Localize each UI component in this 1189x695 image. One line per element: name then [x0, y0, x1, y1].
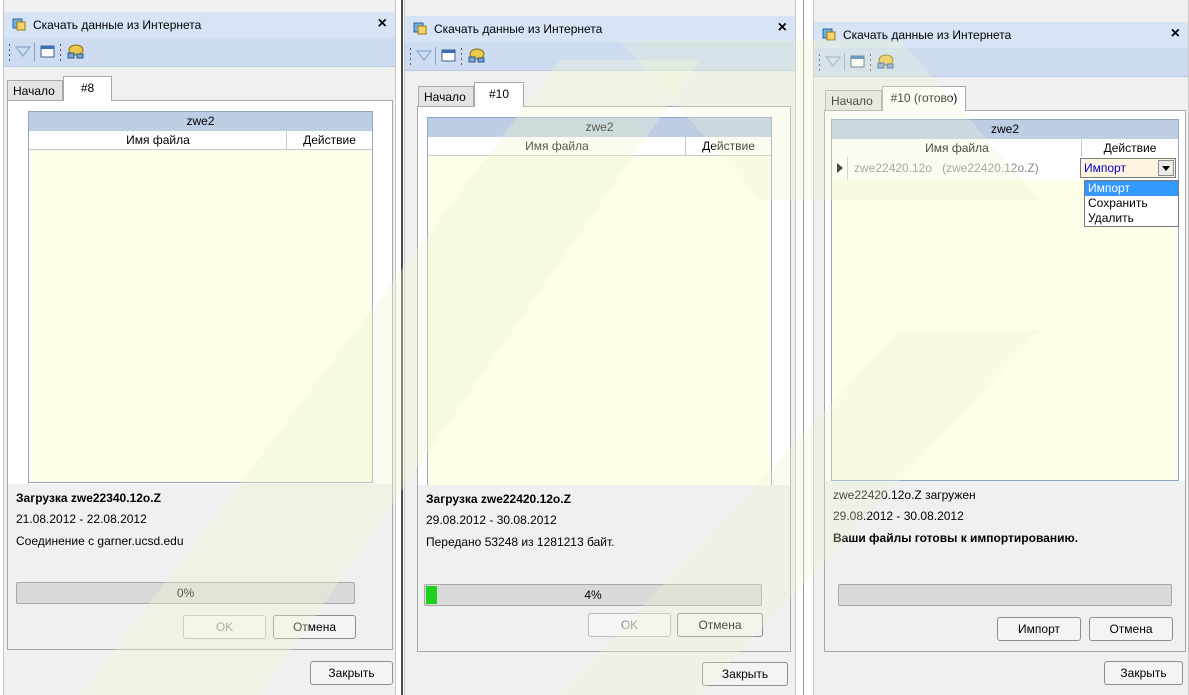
close-icon[interactable]: × [378, 15, 387, 33]
download-app-icon [413, 22, 427, 35]
toolbar-grip [460, 42, 463, 70]
tab-download[interactable]: #10 [474, 82, 524, 107]
column-filename[interactable]: Имя файла [428, 137, 686, 155]
status-area: Загрузка zwe22420.12o.Z 29.08.2012 - 30.… [418, 485, 790, 575]
tab-panel: zwe2 Имя файла Действие Загрузка zwe2234… [7, 100, 393, 650]
column-action[interactable]: Действие [685, 137, 771, 155]
toolbar-separator [34, 38, 36, 66]
title-bar: Скачать данные из Интернета × [814, 22, 1188, 48]
download-app-icon [822, 28, 836, 41]
row-pointer-icon [832, 157, 848, 180]
column-headers: Имя файла Действие [428, 137, 771, 156]
status-line-3: Ваши файлы готовы к импортированию. [833, 531, 1079, 545]
toolbar-grip [59, 38, 62, 66]
window-icon[interactable] [849, 48, 867, 76]
group-header: zwe2 [832, 120, 1178, 139]
status-area: zwe22420.12o.Z загружен 29.08.2012 - 30.… [825, 481, 1185, 571]
window-separator [401, 0, 403, 695]
action-select-value: Импорт [1084, 161, 1126, 175]
table-row[interactable]: zwe22420.12o (zwe22420.12o.Z) Импорт [832, 157, 1178, 180]
column-headers: Имя файла Действие [832, 139, 1178, 158]
group-header: zwe2 [428, 118, 771, 137]
window-icon[interactable] [440, 42, 458, 70]
import-button[interactable]: Импорт [997, 617, 1081, 641]
column-filename[interactable]: Имя файла [832, 139, 1082, 157]
progress-label: 0% [176, 586, 195, 600]
toolbar [405, 42, 795, 71]
close-icon[interactable]: × [1171, 25, 1180, 43]
status-line-1: Загрузка zwe22420.12o.Z [426, 492, 571, 506]
progress-bar: 4% [424, 584, 762, 606]
toolbar-grip [8, 38, 11, 66]
close-icon[interactable]: × [778, 19, 787, 37]
network-icon[interactable] [875, 48, 895, 76]
toolbar-grip [409, 42, 412, 70]
row-filename: zwe22420.12o (zwe22420.12o.Z) [854, 161, 1039, 175]
window-title: Скачать данные из Интернета [33, 18, 202, 32]
dropdown-option[interactable]: Удалить [1085, 211, 1178, 226]
column-action[interactable]: Действие [286, 131, 372, 149]
column-headers: Имя файла Действие [29, 131, 372, 150]
dropdown-option[interactable]: Импорт [1085, 181, 1178, 196]
column-action[interactable]: Действие [1081, 139, 1178, 157]
status-line-3: Передано 53248 из 1281213 байт. [426, 535, 615, 549]
close-button[interactable]: Закрыть [310, 661, 393, 685]
tab-start[interactable]: Начало [7, 80, 63, 100]
toolbar [4, 38, 395, 67]
status-line-2: 21.08.2012 - 22.08.2012 [16, 512, 147, 526]
dropdown-option[interactable]: Сохранить [1085, 196, 1178, 211]
status-line-2: 29.08.2012 - 30.08.2012 [426, 513, 557, 527]
title-bar: Скачать данные из Интернета × [4, 12, 395, 38]
file-grid: zwe2 Имя файла Действие [427, 117, 772, 487]
toolbar [814, 48, 1188, 77]
close-button[interactable]: Закрыть [702, 662, 788, 686]
toolbar-grip [818, 48, 821, 76]
status-area: Загрузка zwe22340.12o.Z 21.08.2012 - 22.… [8, 484, 392, 574]
close-button[interactable]: Закрыть [1104, 661, 1183, 685]
progress-label: 4% [584, 588, 602, 602]
cancel-button[interactable]: Отмена [273, 615, 356, 639]
tab-panel: zwe2 Имя файла Действие Загрузка zwe2242… [417, 106, 791, 652]
network-icon[interactable] [65, 38, 85, 66]
cancel-button[interactable]: Отмена [677, 613, 763, 637]
ok-button[interactable]: OK [588, 613, 671, 637]
status-line-1: Загрузка zwe22340.12o.Z [16, 491, 161, 505]
toolbar-grip [869, 48, 872, 76]
action-dropdown[interactable]: Импорт Сохранить Удалить [1084, 180, 1179, 227]
filter-icon[interactable] [415, 42, 433, 70]
status-line-3: Соединение с garner.ucsd.edu [16, 534, 184, 548]
download-app-icon [12, 18, 26, 31]
title-bar: Скачать данные из Интернета × [405, 16, 795, 42]
chevron-down-icon[interactable] [1158, 160, 1174, 176]
window-separator [803, 0, 804, 695]
column-filename[interactable]: Имя файла [29, 131, 287, 149]
tab-start[interactable]: Начало [825, 90, 882, 110]
status-line-2: 29.08.2012 - 30.08.2012 [833, 509, 964, 523]
window-icon[interactable] [39, 38, 57, 66]
tab-start[interactable]: Начало [418, 86, 474, 106]
status-line-1: zwe22420.12o.Z загружен [833, 488, 976, 502]
download-window-1: Скачать данные из Интернета × Начало #8 … [3, 0, 396, 695]
tab-panel: zwe2 Имя файла Действие zwe22420.12o (zw… [824, 110, 1186, 652]
cancel-button[interactable]: Отмена [1089, 617, 1173, 641]
filter-icon[interactable] [824, 48, 842, 76]
tab-download[interactable]: #10 (готово) [882, 86, 966, 111]
window-title: Скачать данные из Интернета [843, 28, 1012, 42]
progress-bar [838, 584, 1172, 606]
toolbar-separator [844, 48, 846, 76]
ok-button[interactable]: OK [183, 615, 266, 639]
tab-download[interactable]: #8 [63, 76, 112, 101]
progress-bar: 0% [16, 582, 355, 604]
action-select[interactable]: Импорт [1080, 158, 1176, 178]
file-grid: zwe2 Имя файла Действие [28, 111, 373, 483]
download-window-2: Скачать данные из Интернета × Начало #10… [404, 0, 796, 695]
network-icon[interactable] [466, 42, 486, 70]
download-window-3: Скачать данные из Интернета × Начало #10… [813, 0, 1189, 695]
file-grid: zwe2 Имя файла Действие zwe22420.12o (zw… [831, 119, 1179, 481]
group-header: zwe2 [29, 112, 372, 131]
filter-icon[interactable] [14, 38, 32, 66]
toolbar-separator [435, 42, 437, 70]
window-title: Скачать данные из Интернета [434, 22, 603, 36]
